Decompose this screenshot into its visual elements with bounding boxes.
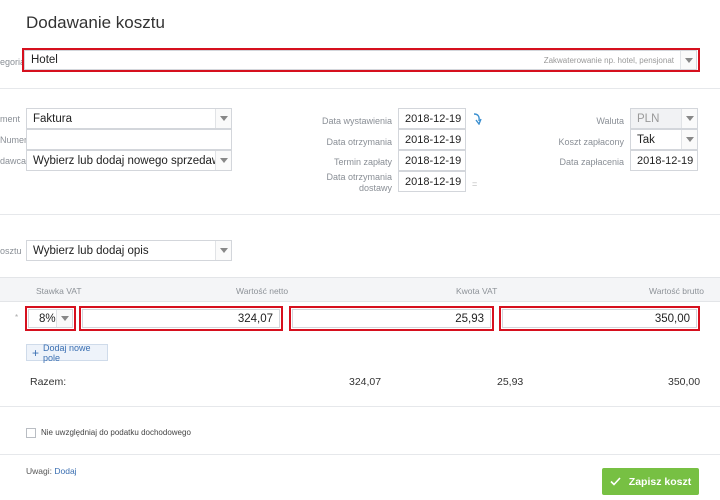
section-divider bbox=[0, 214, 720, 215]
net-value-highlight bbox=[79, 306, 283, 331]
description-select[interactable]: Wybierz lub dodaj opis bbox=[26, 240, 232, 261]
chevron-down-icon bbox=[215, 151, 231, 170]
paid-value: Tak bbox=[637, 133, 655, 146]
currency-value: PLN bbox=[637, 112, 660, 125]
paid-date-label: Data zapłacenia bbox=[559, 157, 624, 167]
total-gross: 350,00 bbox=[668, 376, 701, 388]
check-icon bbox=[610, 477, 621, 486]
vat-amount-highlight bbox=[289, 306, 494, 331]
delivery-date-label-2: dostawy bbox=[358, 183, 392, 193]
currency-label: Waluta bbox=[596, 116, 624, 126]
exclude-income-tax-label: Nie uwzględniaj do podatku dochodowego bbox=[41, 428, 191, 437]
total-net: 324,07 bbox=[349, 376, 382, 388]
section-divider bbox=[0, 88, 720, 89]
seller-select[interactable]: Wybierz lub dodaj nowego sprzedawcę bbox=[26, 150, 232, 171]
notes-row: Uwagi: Dodaj bbox=[26, 466, 77, 476]
equals-icon: = bbox=[472, 179, 478, 189]
issue-date-input[interactable]: 2018-12-19 bbox=[398, 108, 466, 129]
total-vat-amount: 25,93 bbox=[497, 376, 524, 388]
seller-label: dawca bbox=[0, 156, 27, 166]
document-type-label: ment bbox=[0, 114, 21, 124]
chevron-down-icon bbox=[681, 109, 697, 128]
issue-date-label: Data wystawienia bbox=[321, 116, 392, 126]
gross-value-header: Wartość brutto bbox=[649, 286, 704, 296]
exclude-income-tax-checkbox[interactable] bbox=[26, 428, 36, 438]
sync-arrow-icon[interactable] bbox=[472, 112, 482, 126]
total-label: Razem: bbox=[30, 376, 67, 388]
plus-icon: + bbox=[32, 345, 40, 360]
notes-add-link[interactable]: Dodaj bbox=[54, 466, 76, 476]
currency-select[interactable]: PLN bbox=[630, 108, 698, 129]
description-value: Wybierz lub dodaj opis bbox=[33, 244, 149, 257]
description-label: osztu bbox=[0, 246, 22, 256]
vat-amount-header: Kwota VAT bbox=[456, 286, 498, 296]
section-divider bbox=[0, 406, 720, 407]
vat-rate-header: Stawka VAT bbox=[36, 286, 82, 296]
due-date-label: Termin zapłaty bbox=[333, 157, 392, 167]
gross-value-highlight bbox=[499, 306, 700, 331]
row-marker: * bbox=[15, 313, 19, 322]
save-cost-label: Zapisz koszt bbox=[628, 475, 692, 488]
received-date-label: Data otrzymania bbox=[326, 137, 392, 147]
page-title: Dodawanie kosztu bbox=[26, 13, 165, 32]
chevron-down-icon bbox=[215, 109, 231, 128]
chevron-down-icon bbox=[215, 241, 231, 260]
document-type-select[interactable]: Faktura bbox=[26, 108, 232, 129]
delivery-date-input[interactable]: 2018-12-19 bbox=[398, 171, 466, 192]
add-row-button[interactable]: + Dodaj nowe pole bbox=[26, 342, 108, 363]
due-date-input[interactable]: 2018-12-19 bbox=[398, 150, 466, 171]
notes-label: Uwagi: bbox=[26, 466, 52, 476]
chevron-down-icon bbox=[681, 130, 697, 149]
document-type-value: Faktura bbox=[33, 112, 72, 125]
paid-select[interactable]: Tak bbox=[630, 129, 698, 150]
category-highlight bbox=[22, 48, 700, 72]
save-cost-button[interactable]: Zapisz koszt bbox=[602, 468, 699, 495]
vat-rate-highlight bbox=[25, 306, 76, 331]
document-number-input[interactable] bbox=[26, 129, 232, 150]
delivery-date-label-1: Data otrzymania bbox=[326, 172, 392, 182]
seller-value: Wybierz lub dodaj nowego sprzedawcę bbox=[33, 154, 232, 167]
paid-label: Koszt zapłacony bbox=[558, 137, 624, 147]
section-divider bbox=[0, 454, 720, 455]
add-row-label: Dodaj nowe pole bbox=[43, 342, 91, 363]
received-date-input[interactable]: 2018-12-19 bbox=[398, 129, 466, 150]
table-header: Stawka VAT Wartość netto Kwota VAT Warto… bbox=[0, 277, 720, 302]
document-number-label: Numer bbox=[0, 135, 28, 145]
net-value-header: Wartość netto bbox=[236, 286, 289, 296]
paid-date-input[interactable]: 2018-12-19 bbox=[630, 150, 698, 171]
